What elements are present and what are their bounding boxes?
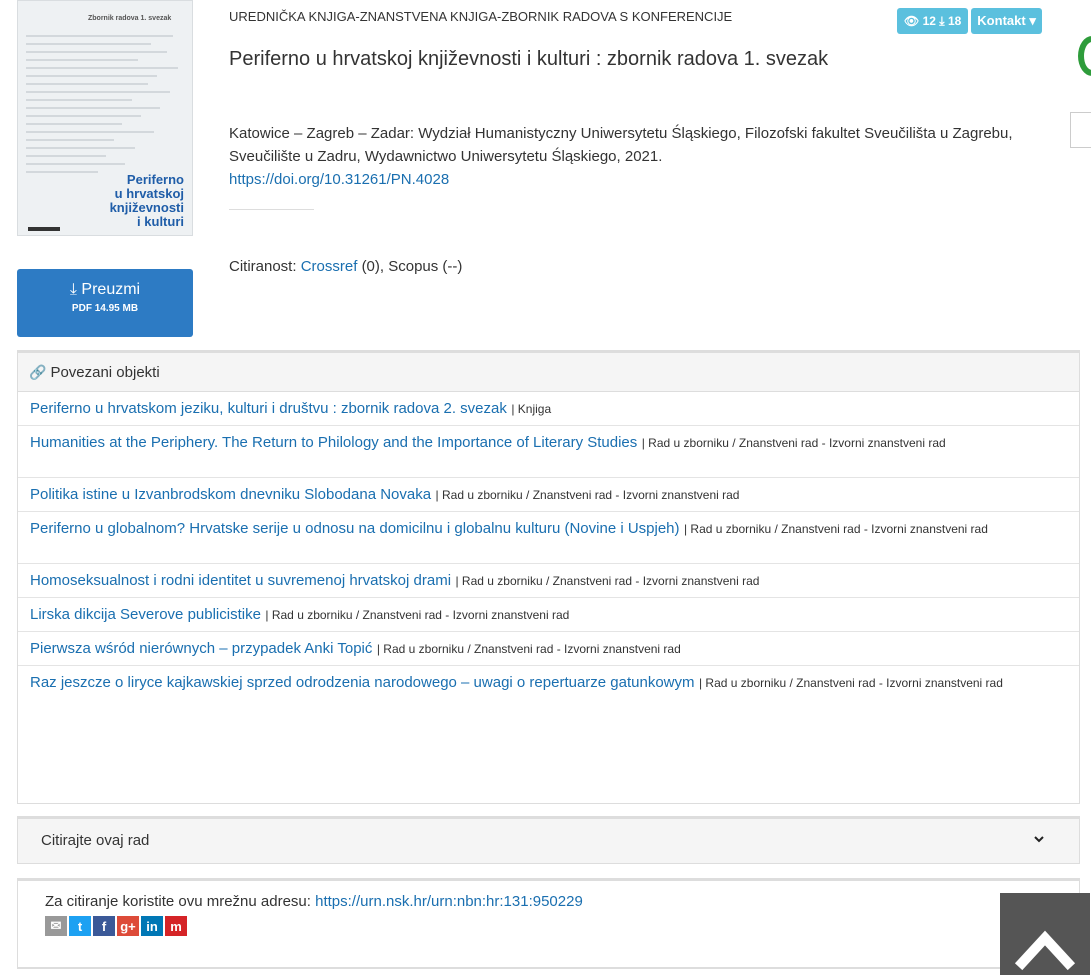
related-item-link[interactable]: Periferno u hrvatskom jeziku, kulturi i … bbox=[30, 400, 507, 417]
publisher-info: Katowice – Zagreb – Zadar: Wydział Human… bbox=[229, 122, 1069, 191]
divider bbox=[229, 209, 314, 210]
google-plus-icon[interactable]: g+ bbox=[117, 916, 139, 936]
contact-label: Kontakt bbox=[977, 13, 1026, 28]
related-objects-list: Periferno u hrvatskom jeziku, kulturi i … bbox=[18, 392, 1079, 718]
download-label: Preuzmi bbox=[81, 281, 141, 298]
chevron-up-icon bbox=[1014, 930, 1076, 971]
list-item: Homoseksualnost i rodni identitet u suvr… bbox=[18, 564, 1079, 598]
crossref-count: (0), bbox=[361, 258, 385, 275]
related-item-link[interactable]: Pierwsza wśród nierównych – przypadek An… bbox=[30, 640, 372, 657]
publication-category: UREDNIČKA KNJIGA-ZNANSTVENA KNJIGA-ZBORN… bbox=[229, 9, 733, 24]
related-item-type: | Rad u zborniku / Znanstveni rad - Izvo… bbox=[265, 608, 570, 622]
related-item-link[interactable]: Lirska dikcija Severove publicistike bbox=[30, 606, 261, 623]
cover-word-cloud bbox=[26, 29, 186, 179]
cite-label: Citirajte ovaj rad bbox=[41, 832, 150, 849]
related-item-type: | Rad u zborniku / Znanstveni rad - Izvo… bbox=[683, 522, 988, 536]
citation-url-line: Za citiranje koristite ovu mrežnu adresu… bbox=[45, 893, 583, 910]
list-item: Raz jeszcze o liryce kajkawskiej sprzed … bbox=[18, 666, 1079, 718]
chevron-down-icon bbox=[1034, 836, 1044, 843]
publisher-text: Katowice – Zagreb – Zadar: Wydział Human… bbox=[229, 125, 1013, 165]
citations-label: Citiranost: bbox=[229, 258, 297, 275]
download-count: 18 bbox=[947, 14, 962, 28]
eye-icon: 👁 bbox=[904, 14, 920, 28]
download-icon: ⤓ bbox=[69, 281, 77, 298]
download-count-icon: ⤓ bbox=[939, 14, 945, 28]
list-item: Periferno u hrvatskom jeziku, kulturi i … bbox=[18, 392, 1079, 426]
scroll-to-top-button[interactable] bbox=[1000, 893, 1090, 975]
publisher-logo bbox=[28, 227, 60, 231]
related-item-link[interactable]: Politika istine u Izvanbrodskom dnevniku… bbox=[30, 486, 431, 503]
view-count: 12 bbox=[922, 14, 936, 28]
book-cover-image: Zbornik radova 1. svezak Periferno u hrv… bbox=[17, 0, 193, 236]
list-item: Humanities at the Periphery. The Return … bbox=[18, 426, 1079, 478]
list-item: Periferno u globalnom? Hrvatske serije u… bbox=[18, 512, 1079, 564]
related-item-link[interactable]: Humanities at the Periphery. The Return … bbox=[30, 434, 637, 451]
citation-url-box: Za citiranje koristite ovu mrežnu adresu… bbox=[17, 878, 1080, 968]
citations-line: Citiranost: Crossref (0), Scopus (--) bbox=[229, 258, 462, 275]
doi-link[interactable]: https://doi.org/10.31261/PN.4028 bbox=[229, 171, 449, 188]
cover-title: Periferno u hrvatskoj književnosti i kul… bbox=[109, 172, 184, 229]
share-buttons: ✉ t f g+ in m bbox=[45, 916, 187, 936]
cover-header: Zbornik radova 1. svezak bbox=[88, 15, 172, 22]
download-button[interactable]: ⤓ Preuzmi PDF 14.95 MB bbox=[17, 269, 193, 337]
list-item: Lirska dikcija Severove publicistike | R… bbox=[18, 598, 1079, 632]
facebook-icon[interactable]: f bbox=[93, 916, 115, 936]
mendeley-icon[interactable]: m bbox=[165, 916, 187, 936]
caret-down-icon: ▾ bbox=[1029, 13, 1036, 28]
related-item-type: | Rad u zborniku / Znanstveni rad - Izvo… bbox=[455, 574, 760, 588]
twitter-icon[interactable]: t bbox=[69, 916, 91, 936]
link-icon: 🔗 bbox=[29, 363, 47, 380]
contact-button[interactable]: Kontakt ▾ bbox=[971, 8, 1042, 34]
list-item: Pierwsza wśród nierównych – przypadek An… bbox=[18, 632, 1079, 666]
download-file-info: PDF 14.95 MB bbox=[71, 303, 139, 314]
stats-badge: 👁 12 ⤓ 18 bbox=[897, 8, 969, 34]
list-item: Politika istine u Izvanbrodskom dnevniku… bbox=[18, 478, 1079, 512]
side-widget-icon[interactable] bbox=[1078, 36, 1091, 76]
related-item-type: | Knjiga bbox=[511, 402, 552, 416]
related-item-link[interactable]: Homoseksualnost i rodni identitet u suvr… bbox=[30, 572, 451, 589]
related-item-link[interactable]: Periferno u globalnom? Hrvatske serije u… bbox=[30, 520, 680, 537]
related-objects-title: Povezani objekti bbox=[50, 363, 160, 381]
email-icon[interactable]: ✉ bbox=[45, 916, 67, 936]
related-item-type: | Rad u zborniku / Znanstveni rad - Izvo… bbox=[435, 488, 740, 502]
citation-url-link[interactable]: https://urn.nsk.hr/urn:nbn:hr:131:950229 bbox=[315, 893, 583, 910]
cite-accordion[interactable]: Citirajte ovaj rad bbox=[17, 816, 1080, 864]
scopus-count: Scopus (--) bbox=[388, 258, 463, 275]
divider bbox=[17, 967, 1007, 969]
side-tab[interactable] bbox=[1070, 112, 1091, 148]
page-title: Periferno u hrvatskoj književnosti i kul… bbox=[229, 48, 829, 70]
related-objects-header: 🔗 Povezani objekti bbox=[18, 353, 1079, 392]
related-item-type: | Rad u zborniku / Znanstveni rad - Izvo… bbox=[376, 642, 681, 656]
related-objects-panel: 🔗 Povezani objekti Periferno u hrvatskom… bbox=[17, 350, 1080, 804]
linkedin-icon[interactable]: in bbox=[141, 916, 163, 936]
related-item-type: | Rad u zborniku / Znanstveni rad - Izvo… bbox=[641, 436, 946, 450]
related-item-link[interactable]: Raz jeszcze o liryce kajkawskiej sprzed … bbox=[30, 674, 695, 691]
crossref-link[interactable]: Crossref bbox=[301, 258, 358, 275]
related-item-type: | Rad u zborniku / Znanstveni rad - Izvo… bbox=[698, 676, 1003, 690]
citation-url-label: Za citiranje koristite ovu mrežnu adresu… bbox=[45, 893, 311, 910]
